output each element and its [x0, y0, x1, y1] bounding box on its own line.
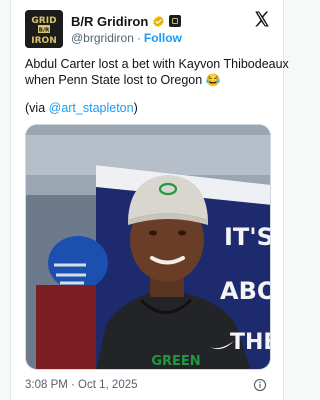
photo-illustration: GREEN IT'S ABO THE O [26, 125, 271, 369]
banner-text-1: IT'S [224, 223, 271, 251]
tweet-text-line-1: Abdul Carter lost a bet with Kayvon Thib… [25, 57, 289, 71]
author-handle-row: @brgridiron · Follow [71, 31, 182, 45]
tweet-card: GRID B/R IRON B/R Gridiron @brgridiron ·… [10, 0, 289, 400]
avatar-text-bottom: IRON [31, 36, 56, 46]
x-logo-icon[interactable] [253, 10, 271, 28]
laughing-emoji: 😂 [205, 73, 221, 87]
via-credit: (via @art_stapleton) [25, 100, 138, 116]
hat-logo-letter: O [26, 125, 27, 126]
tweet-text-line-2: when Penn State lost to Oregon 😂 [25, 72, 275, 88]
tweet-photo[interactable]: GREEN IT'S ABO THE O [25, 124, 271, 370]
avatar[interactable]: GRID B/R IRON [25, 10, 63, 48]
mention-link[interactable]: @art_stapleton [49, 101, 134, 115]
affiliate-badge-icon [169, 15, 182, 27]
timestamp[interactable]: 3:08 PM · Oct 1, 2025 [25, 379, 138, 391]
follow-button[interactable]: Follow [144, 31, 182, 45]
info-icon[interactable] [253, 378, 267, 392]
verified-badge-icon [153, 15, 165, 27]
banner-text-2: ABO [220, 277, 271, 305]
avatar-text-top: GRID [31, 16, 56, 26]
author-name-row: B/R Gridiron [71, 13, 182, 29]
banner-text-3: THE [230, 330, 271, 355]
br-gridiron-logo: GRID B/R IRON [25, 10, 63, 48]
via-close: ) [133, 101, 138, 115]
tweet-text: Abdul Carter lost a bet with Kayvon Thib… [25, 56, 289, 88]
author-handle[interactable]: @brgridiron [71, 31, 134, 45]
separator-dot: · [136, 31, 141, 45]
avatar-text-mid: B/R [39, 28, 50, 34]
author-name[interactable]: B/R Gridiron [71, 14, 148, 29]
via-open: (via [25, 101, 49, 115]
tweet-text-line-2-words: when Penn State lost to Oregon [25, 73, 203, 87]
shirt-text: GREEN [151, 354, 200, 369]
